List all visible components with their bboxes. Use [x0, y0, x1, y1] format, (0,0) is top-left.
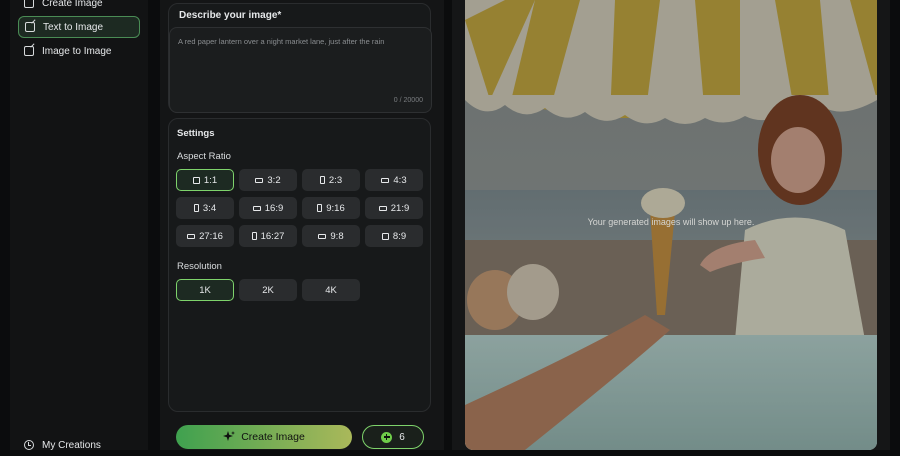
aspect-option-21-9[interactable]: 21:9 [365, 197, 423, 219]
character-counter: 0 / 20000 [393, 97, 423, 104]
prompt-card: Describe your image* A red paper lantern… [168, 3, 432, 113]
aspect-option-label: 9:16 [326, 202, 345, 214]
empty-state-text: Your generated images will show up here. [587, 217, 755, 227]
aspect-option-9-8[interactable]: 9:8 [302, 225, 360, 247]
create-image-label: Create Image [241, 431, 305, 443]
settings-title: Settings [177, 128, 215, 139]
sidebar-item-label: Create Image [42, 0, 103, 9]
aspect-option-label: 8:9 [392, 230, 407, 242]
resolution-option-4k[interactable]: 4K [302, 279, 360, 301]
preview-panel: Your generated images will show up here. [452, 0, 890, 450]
resolution-label: Resolution [177, 261, 222, 272]
preview-image: Your generated images will show up here. [465, 0, 877, 450]
sidebar-item-label: Image to Image [42, 45, 112, 57]
resolution-option-label: 2K [262, 284, 274, 296]
sidebar-item-text-to-image[interactable]: Text to Image [18, 16, 140, 38]
clock-icon [24, 440, 34, 450]
landscape-ratio-icon [318, 233, 327, 239]
aspect-option-label: 4:3 [393, 174, 407, 186]
aspect-option-3-2[interactable]: 3:2 [239, 169, 297, 191]
sparkle-icon [223, 431, 236, 441]
sidebar-item-label: My Creations [42, 439, 101, 451]
resolution-option-label: 4K [325, 284, 337, 296]
aspect-option-label: 21:9 [390, 202, 410, 214]
aspect-option-16-9[interactable]: 16:9 [239, 197, 297, 219]
aspect-ratio-label: Aspect Ratio [177, 151, 231, 162]
sidebar-item-label: Text to Image [43, 21, 104, 33]
text-edit-icon [25, 22, 35, 32]
aspect-option-1-1[interactable]: 1:1 [176, 169, 234, 191]
credits-button[interactable]: 6 [362, 425, 424, 449]
aspect-option-4-3[interactable]: 4:3 [365, 169, 423, 191]
image-edit-icon [24, 46, 34, 56]
portrait-ratio-icon [381, 232, 389, 240]
settings-card: Settings Aspect Ratio 1:1 3:2 2:3 4:3 3:… [168, 118, 431, 412]
prompt-placeholder: A red paper lantern over a night market … [178, 37, 385, 46]
resolution-option-1k[interactable]: 1K [176, 279, 234, 301]
aspect-option-27-16[interactable]: 27:16 [176, 225, 234, 247]
credits-count: 6 [399, 431, 405, 443]
portrait-ratio-icon [317, 204, 323, 212]
square-ratio-icon [192, 176, 200, 184]
aspect-option-2-3[interactable]: 2:3 [302, 169, 360, 191]
landscape-ratio-icon [187, 233, 196, 239]
aspect-option-label: 1:1 [203, 174, 218, 186]
aspect-option-3-4[interactable]: 3:4 [176, 197, 234, 219]
aspect-option-label: 3:2 [267, 174, 281, 186]
aspect-option-label: 16:27 [260, 230, 285, 242]
portrait-ratio-icon [251, 232, 257, 240]
image-edit-icon [24, 0, 34, 8]
plus-credit-icon [381, 431, 393, 443]
create-image-button[interactable]: Create Image [176, 425, 352, 449]
aspect-option-label: 3:4 [202, 202, 217, 214]
sidebar-item-image-to-image[interactable]: Image to Image [18, 40, 140, 62]
aspect-option-label: 9:8 [330, 230, 344, 242]
sidebar-item-create-image[interactable]: Create Image [18, 0, 140, 14]
prompt-title: Describe your image* [179, 10, 282, 21]
aspect-option-label: 16:9 [264, 202, 284, 214]
aspect-option-9-16[interactable]: 9:16 [302, 197, 360, 219]
portrait-ratio-icon [193, 204, 199, 212]
aspect-option-label: 27:16 [199, 230, 223, 242]
landscape-ratio-icon [255, 177, 264, 183]
sidebar: Create Image Text to Image Image to Imag… [10, 0, 148, 451]
landscape-ratio-icon [381, 177, 390, 183]
landscape-ratio-icon [378, 205, 387, 211]
aspect-option-16-27[interactable]: 16:27 [239, 225, 297, 247]
resolution-option-2k[interactable]: 2K [239, 279, 297, 301]
resolution-option-label: 1K [199, 284, 211, 296]
aspect-option-8-9[interactable]: 8:9 [365, 225, 423, 247]
generator-panel: Describe your image* A red paper lantern… [160, 0, 444, 450]
prompt-input[interactable]: A red paper lantern over a night market … [169, 27, 432, 113]
portrait-ratio-icon [319, 176, 325, 184]
sidebar-item-my-creations[interactable]: My Creations [18, 434, 140, 456]
aspect-option-label: 2:3 [328, 174, 343, 186]
landscape-ratio-icon [252, 205, 261, 211]
